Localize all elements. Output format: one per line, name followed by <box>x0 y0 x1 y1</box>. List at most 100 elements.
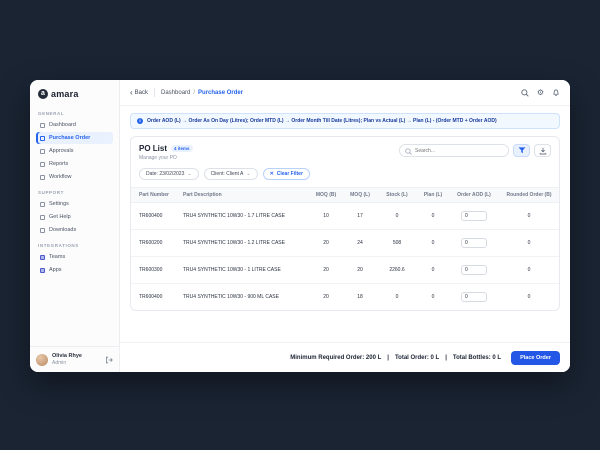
help-icon <box>40 215 45 220</box>
divider <box>154 88 155 97</box>
table-cell: TRU4 SYNTHETIC 10W30 - 1 LITRE CASE <box>181 257 309 284</box>
po-table: Part NumberPart DescriptionMOQ (B)MOQ (L… <box>131 187 559 310</box>
search-input[interactable] <box>415 148 503 154</box>
table-cell: 0 <box>499 284 559 311</box>
sidebar-item-label: Apps <box>49 267 62 273</box>
separator: | <box>387 355 389 361</box>
sidebar-item-label: Settings <box>49 201 69 207</box>
column-header: Stock (L) <box>377 188 417 203</box>
gear-icon[interactable]: ⚙ <box>537 89 544 97</box>
search-icon[interactable] <box>521 89 529 97</box>
table-cell: 0 <box>417 203 449 230</box>
order-aod-input[interactable] <box>461 211 487 221</box>
sidebar-item-label: Purchase Order <box>49 135 90 141</box>
apps-icon <box>40 268 45 273</box>
clear-filter-button[interactable]: ✕ Clear Filter <box>263 168 310 180</box>
table-cell: 0 <box>377 203 417 230</box>
column-header: MOQ (B) <box>309 188 343 203</box>
filter-button[interactable] <box>513 144 530 157</box>
user-role: Admin <box>52 360 82 366</box>
table-cell: 10 <box>309 203 343 230</box>
column-header: Part Description <box>181 188 309 203</box>
table-cell: 0 <box>499 230 559 257</box>
chevron-down-icon: ⌄ <box>187 172 191 176</box>
page-title: PO List <box>139 144 167 153</box>
card-header: PO List 4 items Manage your PO <box>131 137 559 165</box>
sidebar-item-downloads[interactable]: Downloads <box>36 224 113 236</box>
info-banner: i Order AOD (L) → Order As On Day (Litre… <box>130 113 560 129</box>
sidebar-item-dashboard[interactable]: Dashboard <box>36 119 113 131</box>
sidebar-item-label: Teams <box>49 254 65 260</box>
settings-icon <box>40 202 45 207</box>
sidebar-item-teams[interactable]: Teams <box>36 251 113 263</box>
back-button[interactable]: ‹ Back <box>130 90 148 96</box>
logo-icon: a <box>38 89 48 99</box>
close-icon: ✕ <box>270 172 274 177</box>
sidebar-item-reports[interactable]: Reports <box>36 158 113 170</box>
reports-icon <box>40 162 45 167</box>
export-button[interactable] <box>534 144 551 157</box>
table-cell: 0 <box>417 230 449 257</box>
sidebar-item-approvals[interactable]: Approvals <box>36 145 113 157</box>
sidebar-item-purchase-order[interactable]: Purchase Order <box>36 132 113 144</box>
sidebar-item-workflow[interactable]: Workflow <box>36 171 113 183</box>
nav-section-label: GENERAL <box>38 111 111 116</box>
order-aod-cell <box>449 257 499 284</box>
table-row: TR600400TRU4 SYNTHETIC 10W30 - 900 ML CA… <box>131 284 559 311</box>
sidebar-item-label: Approvals <box>49 148 73 154</box>
downloads-icon <box>40 228 45 233</box>
table-cell: 20 <box>309 284 343 311</box>
content-area: i Order AOD (L) → Order As On Day (Litre… <box>120 106 570 342</box>
sidebar-item-apps[interactable]: Apps <box>36 264 113 276</box>
table-cell: 2260.6 <box>377 257 417 284</box>
separator: | <box>445 355 447 361</box>
sidebar-item-label: Reports <box>49 161 68 167</box>
search-box[interactable] <box>399 144 509 157</box>
breadcrumb-dashboard[interactable]: Dashboard <box>161 90 190 96</box>
column-header: Part Number <box>131 188 181 203</box>
logout-icon[interactable] <box>105 356 113 364</box>
order-aod-input[interactable] <box>461 265 487 275</box>
table-cell: 0 <box>417 284 449 311</box>
table-cell: 0 <box>499 257 559 284</box>
app-window: a amara GENERALDashboardPurchase OrderAp… <box>30 80 570 372</box>
table-cell: 508 <box>377 230 417 257</box>
nav-section-label: SUPPORT <box>38 190 111 195</box>
table-cell: 24 <box>343 230 377 257</box>
items-count-badge: 4 items <box>171 145 193 152</box>
table-cell: 17 <box>343 203 377 230</box>
table-cell: TR600400 <box>131 284 181 311</box>
sidebar-item-settings[interactable]: Settings <box>36 198 113 210</box>
filter-row: Date: 23/02/2023 ⌄ Client: Client A ⌄ ✕ … <box>131 165 559 187</box>
footer-total: Total Bottles: 0 L <box>453 355 501 361</box>
table-cell: 20 <box>309 230 343 257</box>
sidebar: a amara GENERALDashboardPurchase OrderAp… <box>30 80 120 372</box>
user-profile[interactable]: Olivia Rhye Admin <box>30 346 119 372</box>
avatar <box>36 354 48 366</box>
order-aod-input[interactable] <box>461 238 487 248</box>
client-filter-label: Client: Client A <box>211 171 244 177</box>
bell-icon[interactable] <box>552 89 560 97</box>
footer-totals: Minimum Required Order: 200 L|Total Orde… <box>290 355 501 361</box>
download-icon <box>539 147 547 155</box>
breadcrumb-separator: / <box>193 90 195 96</box>
search-icon <box>405 142 412 160</box>
column-header: Rounded Order (B) <box>499 188 559 203</box>
order-aod-cell <box>449 284 499 311</box>
date-filter-chip[interactable]: Date: 23/02/2023 ⌄ <box>139 168 199 180</box>
funnel-icon <box>518 147 526 154</box>
back-label: Back <box>135 90 148 96</box>
table-cell: 0 <box>417 257 449 284</box>
client-filter-chip[interactable]: Client: Client A ⌄ <box>204 168 258 180</box>
sidebar-item-get-help[interactable]: Get Help <box>36 211 113 223</box>
chevron-left-icon: ‹ <box>130 90 133 96</box>
place-order-button[interactable]: Place Order <box>511 351 560 365</box>
order-aod-cell <box>449 230 499 257</box>
info-icon: i <box>137 118 143 124</box>
table-cell: TR600400 <box>131 203 181 230</box>
workflow-icon <box>40 175 45 180</box>
banner-text: Order AOD (L) → Order As On Day (Litres)… <box>147 118 497 124</box>
order-aod-input[interactable] <box>461 292 487 302</box>
table-row: TR600400TRU4 SYNTHETIC 10W30 - 1.7 LITRE… <box>131 203 559 230</box>
column-header: MOQ (L) <box>343 188 377 203</box>
